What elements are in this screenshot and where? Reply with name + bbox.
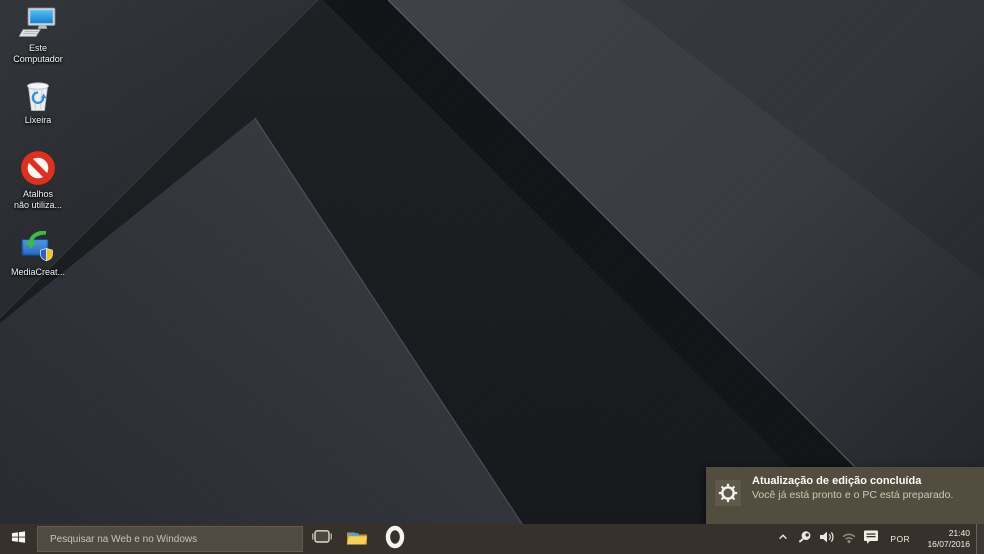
search-input[interactable] [37, 526, 303, 552]
icon-label-line: Este [28, 43, 47, 53]
tray-action-center-button[interactable] [860, 524, 882, 554]
windows-logo-icon [11, 530, 26, 549]
action-center-icon [863, 529, 879, 549]
file-explorer-button[interactable] [338, 524, 376, 554]
tray-network-button[interactable] [838, 524, 860, 554]
blocked-shortcuts-icon [5, 150, 71, 187]
system-tray: POR 21:40 16/07/2016 [772, 524, 984, 554]
icon-label-line: Computador [13, 54, 63, 65]
task-view-icon [312, 529, 332, 549]
icon-label-line: não utiliza... [13, 200, 63, 211]
notification-body: Você já está pronto e o PC está preparad… [752, 489, 954, 501]
opera-icon [382, 524, 408, 554]
desktop-icon-this-pc[interactable]: Este Computador [5, 4, 71, 66]
volume-icon [819, 530, 835, 549]
desktop: Este Computador Lixeira Atalhos não util… [0, 0, 984, 554]
show-desktop-button[interactable] [976, 524, 984, 554]
recycle-bin-icon [5, 76, 71, 113]
tray-expand-button[interactable] [772, 524, 794, 554]
gear-icon [715, 480, 741, 506]
file-explorer-icon [346, 528, 368, 551]
chevron-up-icon [777, 530, 789, 548]
task-view-button[interactable] [306, 524, 338, 554]
start-button[interactable] [0, 524, 37, 554]
icon-label-line: MediaCreat... [10, 267, 66, 277]
desktop-icon-media-creation-tool[interactable]: MediaCreat... [5, 228, 71, 278]
opera-browser-button[interactable] [376, 524, 414, 554]
clock-time: 21:40 [948, 527, 970, 538]
this-pc-icon [5, 4, 71, 41]
language-indicator[interactable]: POR [882, 534, 918, 544]
media-creation-tool-icon [5, 228, 71, 265]
network-icon [841, 530, 857, 549]
clock-date: 16/07/2016 [927, 539, 970, 549]
taskbar: POR 21:40 16/07/2016 [0, 524, 984, 554]
desktop-icon-recycle-bin[interactable]: Lixeira [5, 76, 71, 126]
icon-label-line: Lixeira [24, 115, 52, 125]
usb-device-icon [798, 530, 813, 549]
notification-toast[interactable]: Atualização de edição concluída Você já … [706, 467, 984, 524]
notification-title: Atualização de edição concluída [752, 475, 922, 487]
desktop-icon-blocked-shortcuts[interactable]: Atalhos não utiliza... [5, 150, 71, 212]
clock[interactable]: 21:40 16/07/2016 [918, 528, 976, 551]
tray-usb-device-button[interactable] [794, 524, 816, 554]
icon-label-line: Atalhos [22, 189, 54, 199]
tray-volume-button[interactable] [816, 524, 838, 554]
